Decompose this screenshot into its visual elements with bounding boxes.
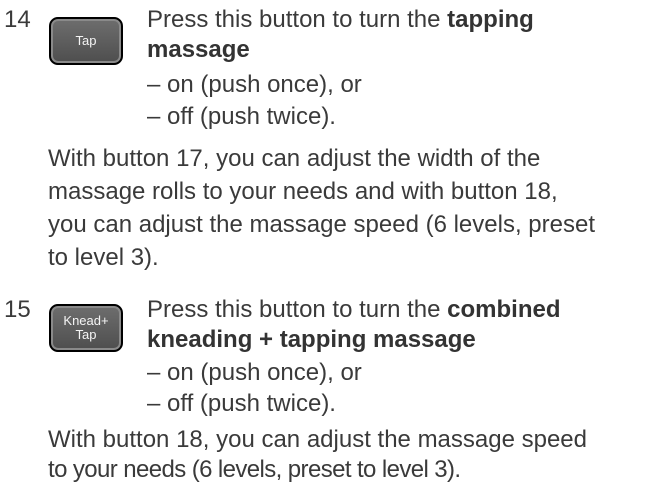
item-intro: Press this button to turn the tapping — [147, 6, 534, 33]
item-title-continued: kneading + tapping massage — [147, 326, 476, 353]
description-line: With button 18, you can adjust the massa… — [48, 426, 588, 453]
item-title-continued: massage — [147, 36, 250, 63]
knead-tap-button[interactable]: Knead+ Tap — [49, 304, 123, 352]
option-on: – on (push once), or — [147, 71, 362, 98]
tap-button-label: Tap — [75, 33, 97, 48]
description-line: massage rolls to your needs and with but… — [48, 178, 558, 205]
option-off: – off (push twice). — [147, 390, 336, 417]
description-line: you can adjust the massage speed (6 leve… — [48, 211, 595, 238]
description-line: With button 17, you can adjust the width… — [48, 145, 541, 172]
description-line: to level 3). — [48, 244, 159, 271]
option-on: – on (push once), or — [147, 359, 362, 386]
knead-tap-button-label-line: Knead+ — [63, 313, 109, 328]
item-intro: Press this button to turn the combined — [147, 296, 561, 323]
item-title: combined — [447, 296, 561, 323]
item-number: 14 — [4, 6, 31, 33]
item-title: tapping — [447, 6, 534, 33]
knead-tap-button-label-line: Tap — [75, 327, 97, 342]
tap-button[interactable]: Tap — [49, 17, 123, 65]
item-number: 15 — [4, 296, 31, 323]
description-line: to your needs (6 levels, preset to level… — [48, 456, 461, 482]
option-off: – off (push twice). — [147, 103, 336, 130]
